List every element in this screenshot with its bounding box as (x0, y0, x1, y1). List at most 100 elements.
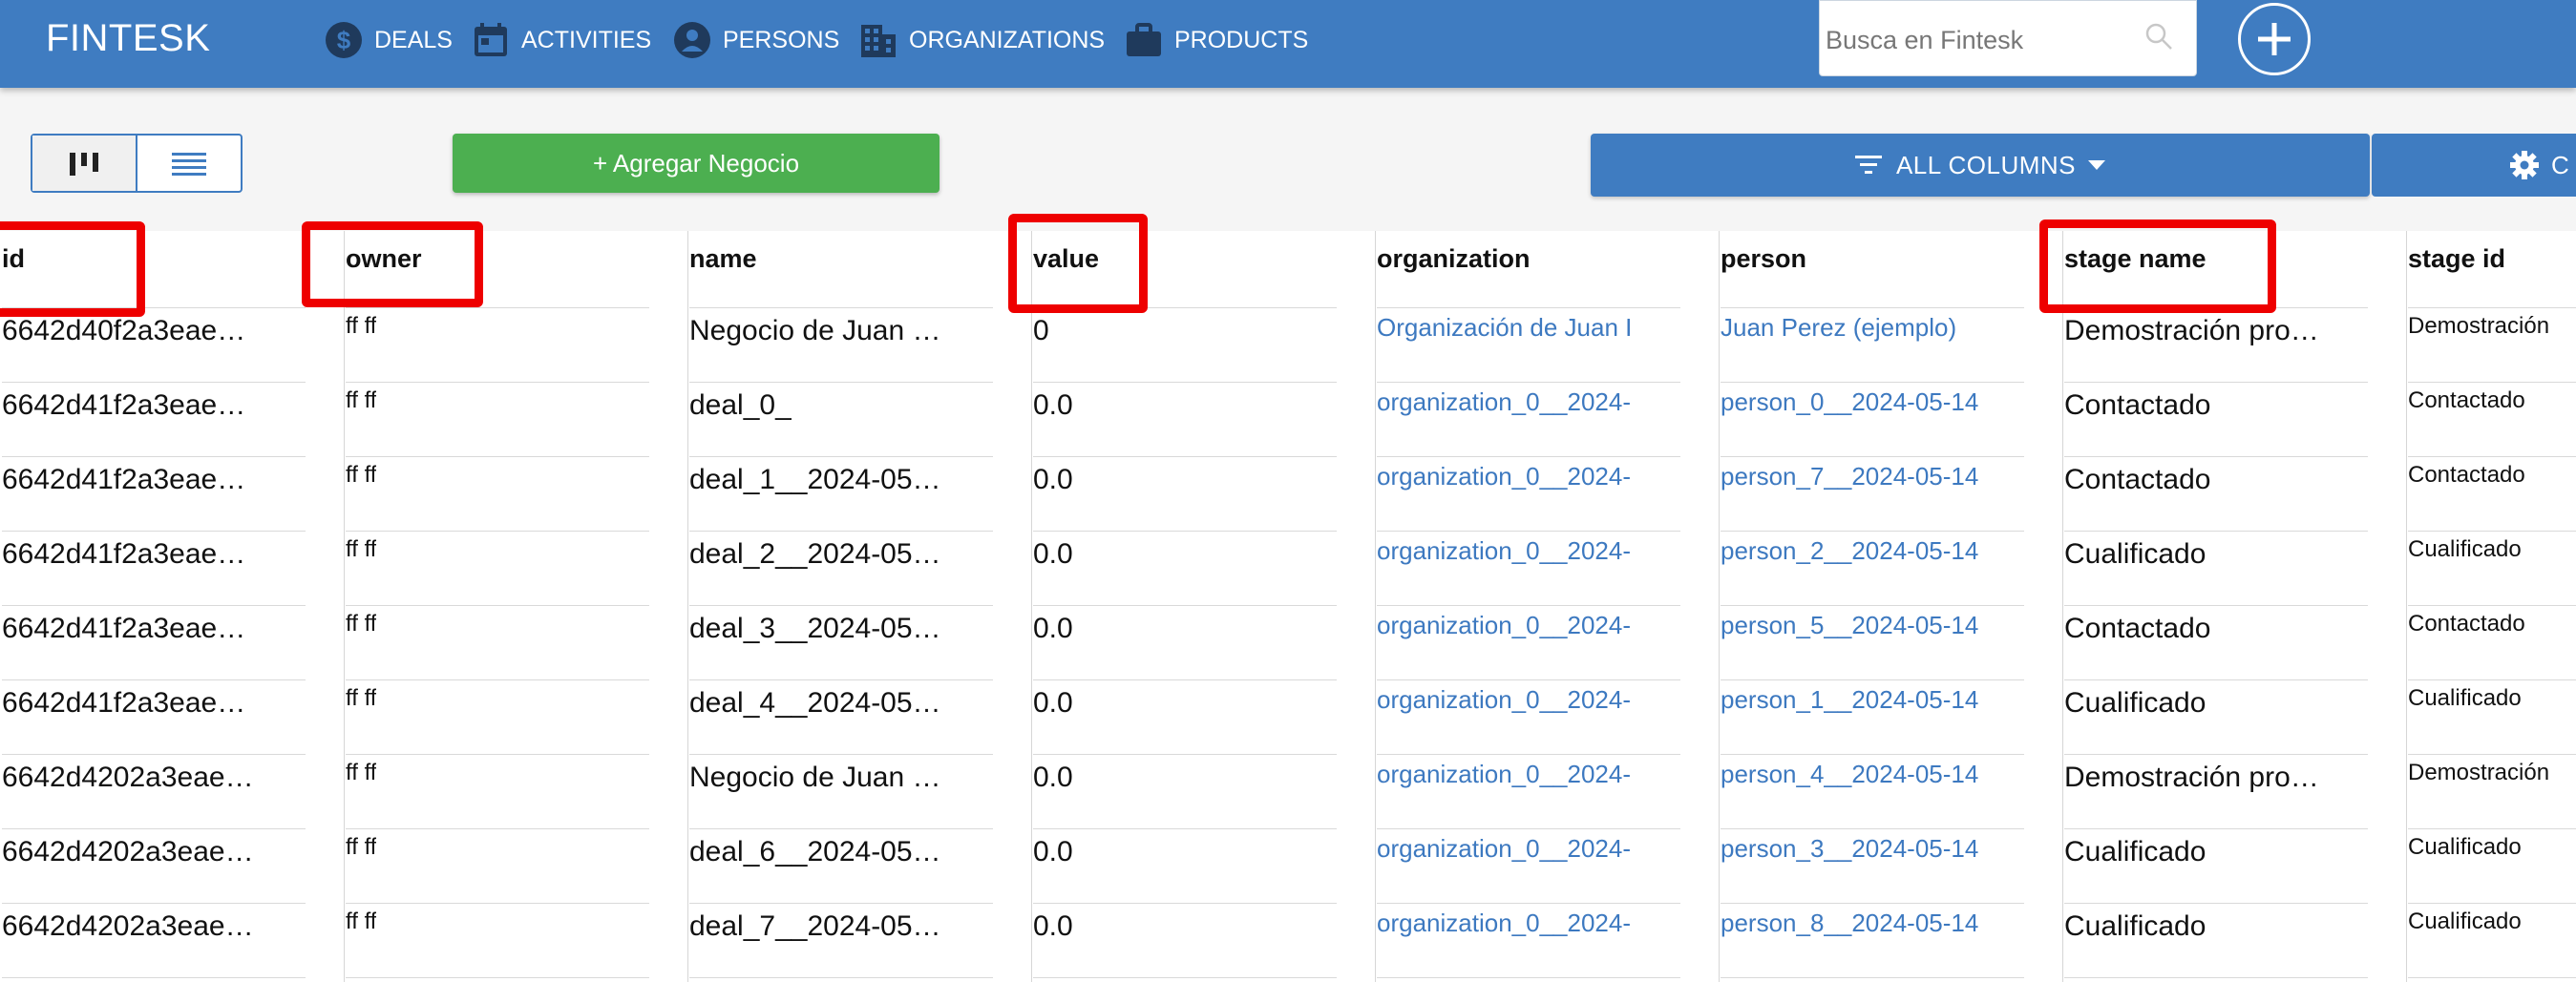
search-input[interactable] (1820, 1, 2152, 79)
cell-person[interactable]: person_2__2024-05-14 (1721, 536, 1978, 566)
cell-id: 6642d4202a3eae… (2, 910, 254, 942)
row-divider (2408, 977, 2576, 978)
nav-activities-label: ACTIVITIES (521, 26, 652, 53)
nav-deals[interactable]: $ DEALS (325, 17, 453, 63)
cell-organization[interactable]: organization_0__2024- (1377, 909, 1631, 938)
search-icon[interactable] (2144, 22, 2173, 51)
cell-organization[interactable]: organization_0__2024- (1377, 536, 1631, 566)
cell-value: 0.0 (1033, 910, 1073, 942)
cell-organization[interactable]: Organización de Juan I (1377, 313, 1632, 343)
row-divider (2064, 382, 2368, 383)
cell-id: 6642d4202a3eae… (2, 762, 254, 793)
cell-id: 6642d4202a3eae… (2, 836, 254, 867)
column-header-organization[interactable]: organization (1377, 244, 1531, 274)
kanban-icon (70, 153, 98, 176)
cell-person[interactable]: person_3__2024-05-14 (1721, 834, 1978, 864)
cell-id: 6642d41f2a3eae… (2, 389, 246, 421)
nav-products[interactable]: PRODUCTS (1125, 17, 1308, 63)
brand-logo[interactable]: FINTESK (46, 17, 210, 60)
row-divider (1033, 903, 1337, 904)
row-divider (2408, 382, 2576, 383)
row-divider (1377, 903, 1680, 904)
row-divider (1377, 828, 1680, 829)
row-divider (1377, 307, 1680, 308)
cell-person[interactable]: person_8__2024-05-14 (1721, 909, 1978, 938)
cell-person[interactable]: person_0__2024-05-14 (1721, 387, 1978, 417)
cell-value: 0.0 (1033, 613, 1073, 644)
kanban-view-button[interactable] (32, 136, 137, 191)
cell-stage-name: Contactado (2064, 464, 2211, 495)
row-divider (2408, 754, 2576, 755)
row-divider (689, 307, 993, 308)
cell-organization[interactable]: organization_0__2024- (1377, 760, 1631, 789)
row-divider (1033, 456, 1337, 457)
row-divider (2408, 531, 2576, 532)
row-divider (2064, 456, 2368, 457)
cell-organization[interactable]: organization_0__2024- (1377, 685, 1631, 715)
cell-owner: ff ff (346, 313, 377, 339)
column-separator[interactable] (344, 231, 345, 982)
cell-name: deal_3__2024-05… (689, 613, 941, 644)
row-divider (346, 307, 649, 308)
row-divider (689, 977, 993, 978)
nav-persons[interactable]: PERSONS (673, 17, 839, 63)
cell-value: 0.0 (1033, 389, 1073, 421)
row-divider (2064, 903, 2368, 904)
column-separator[interactable] (1031, 231, 1032, 982)
cell-name: deal_0_ (689, 389, 792, 421)
cell-name: Negocio de Juan … (689, 315, 941, 346)
row-divider (1033, 754, 1337, 755)
highlight-box-owner (302, 221, 483, 307)
cell-id: 6642d40f2a3eae… (2, 315, 246, 346)
column-header-person[interactable]: person (1721, 244, 1806, 274)
cell-id: 6642d41f2a3eae… (2, 613, 246, 644)
row-divider (1033, 679, 1337, 680)
row-divider (2064, 679, 2368, 680)
row-divider (1377, 531, 1680, 532)
row-divider (2408, 679, 2576, 680)
column-header-stage-id[interactable]: stage id (2408, 244, 2505, 274)
cell-owner: ff ff (346, 909, 377, 934)
row-divider (1721, 456, 2024, 457)
row-divider (1033, 605, 1337, 606)
cell-name: deal_6__2024-05… (689, 836, 941, 867)
row-divider (689, 456, 993, 457)
row-divider (1033, 828, 1337, 829)
row-divider (2, 903, 306, 904)
caret-down-icon (2088, 160, 2106, 170)
row-divider (689, 531, 993, 532)
row-divider (1721, 754, 2024, 755)
column-separator[interactable] (2062, 231, 2063, 982)
cell-person[interactable]: person_5__2024-05-14 (1721, 611, 1978, 640)
cell-organization[interactable]: organization_0__2024- (1377, 462, 1631, 491)
row-divider (2, 531, 306, 532)
cell-person[interactable]: person_7__2024-05-14 (1721, 462, 1978, 491)
column-header-name[interactable]: name (689, 244, 757, 274)
column-separator[interactable] (2406, 231, 2407, 982)
cell-person[interactable]: person_4__2024-05-14 (1721, 760, 1978, 789)
row-divider (689, 679, 993, 680)
row-divider (1721, 679, 2024, 680)
cell-person[interactable]: Juan Perez (ejemplo) (1721, 313, 1956, 343)
cell-stage-id: Contactado (2408, 462, 2525, 488)
nav-activities[interactable]: ACTIVITIES (472, 17, 651, 63)
cell-stage-name: Cualificado (2064, 687, 2206, 719)
column-separator[interactable] (687, 231, 688, 982)
cell-organization[interactable]: organization_0__2024- (1377, 387, 1631, 417)
config-button[interactable]: C (2372, 134, 2576, 197)
row-divider (1721, 531, 2024, 532)
all-columns-button[interactable]: ALL COLUMNS (1591, 134, 2370, 197)
cell-organization[interactable]: organization_0__2024- (1377, 611, 1631, 640)
add-button[interactable] (2238, 3, 2311, 75)
column-separator[interactable] (1719, 231, 1720, 982)
row-divider (2, 679, 306, 680)
list-view-button[interactable] (137, 136, 241, 191)
cell-person[interactable]: person_1__2024-05-14 (1721, 685, 1978, 715)
row-divider (1377, 679, 1680, 680)
nav-organizations[interactable]: ORGANIZATIONS (859, 17, 1105, 63)
row-divider (689, 382, 993, 383)
column-separator[interactable] (1375, 231, 1376, 982)
row-divider (1721, 903, 2024, 904)
add-deal-button[interactable]: + Agregar Negocio (453, 134, 940, 193)
cell-organization[interactable]: organization_0__2024- (1377, 834, 1631, 864)
